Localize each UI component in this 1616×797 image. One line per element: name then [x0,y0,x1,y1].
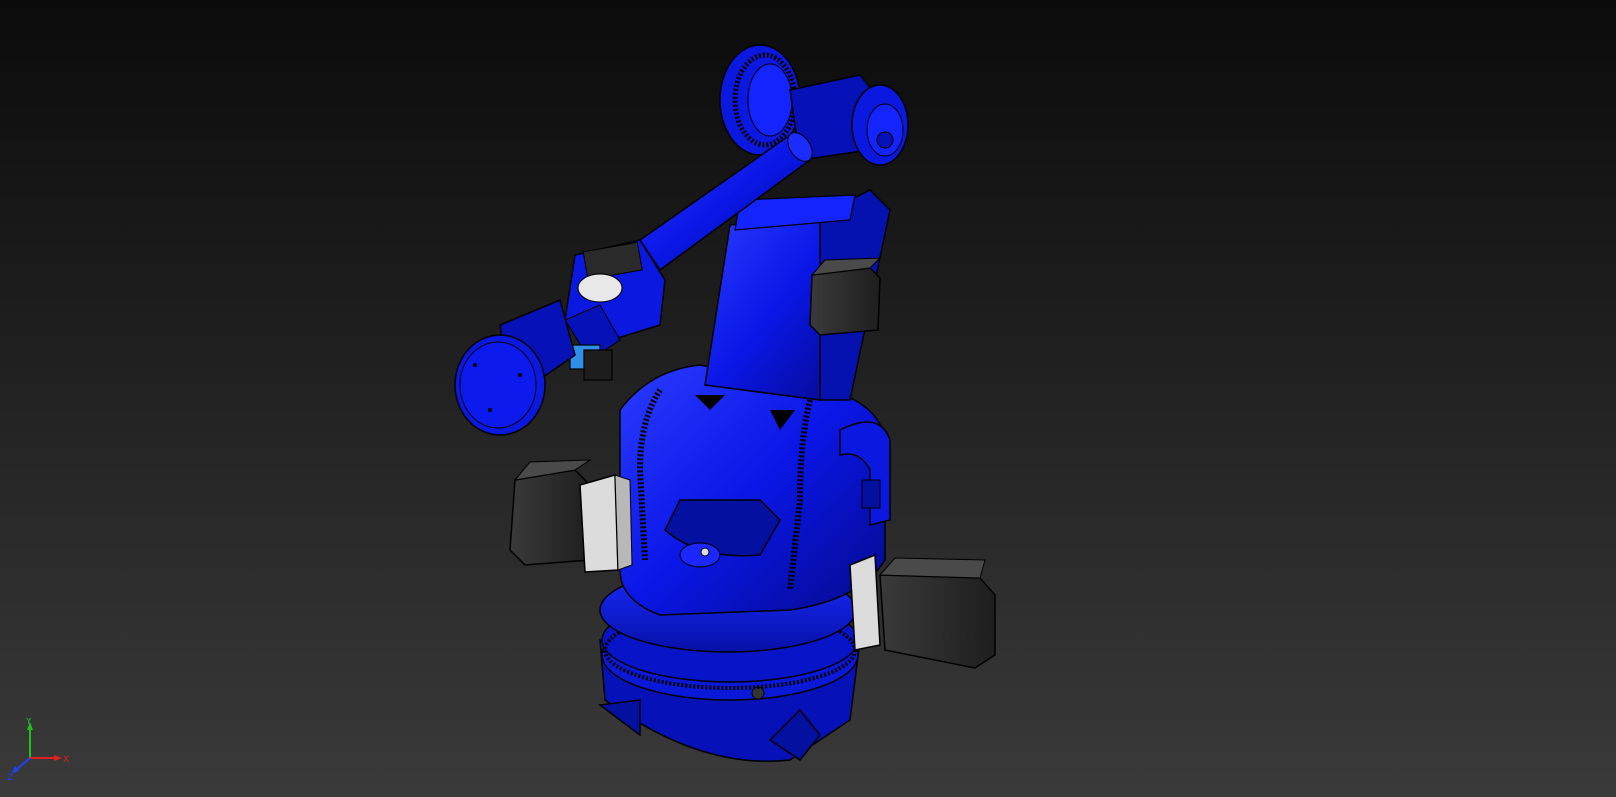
upper-arm-motor [809,257,882,336]
triad-y-label: Y [25,718,32,727]
robot-arm-model[interactable] [0,0,1616,797]
base-motor-right [849,553,996,669]
triad-x-label: X [63,755,69,765]
coordinate-triad: Y X Z [7,718,69,782]
end-effector-flange [454,298,576,436]
waist-turret [619,364,886,616]
shoulder-joint [719,44,909,166]
wrist-housing [564,239,666,361]
wrist-sensor [569,344,613,381]
base-motor-left [509,459,633,573]
triad-z-label: Z [7,773,13,782]
graphics-viewport[interactable]: Y X Z [0,0,1616,797]
